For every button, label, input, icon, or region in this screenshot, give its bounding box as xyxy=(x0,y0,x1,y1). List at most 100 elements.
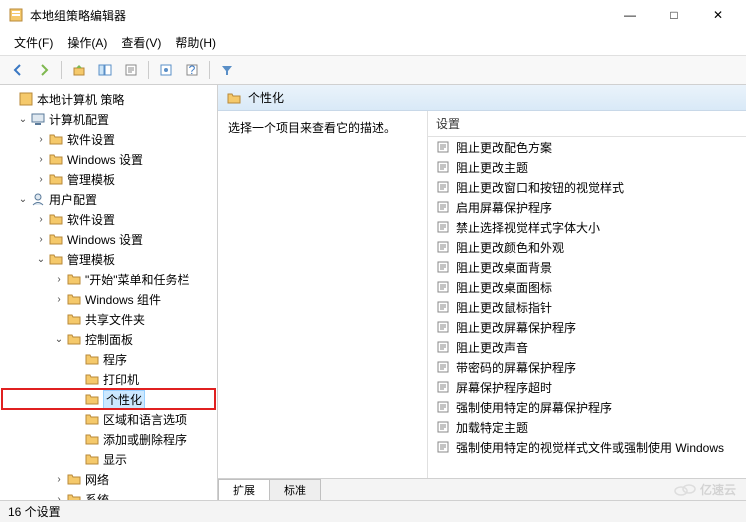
setting-icon xyxy=(436,420,450,434)
toolbar-separator xyxy=(61,61,62,79)
tree-region-lang[interactable]: 区域和语言选项 xyxy=(2,409,215,429)
content-heading: 个性化 xyxy=(248,89,284,106)
setting-icon xyxy=(436,440,450,454)
tree-u-windows[interactable]: ›Windows 设置 xyxy=(2,229,215,249)
tree-personalization[interactable]: 个性化 xyxy=(2,389,215,409)
twisty-icon[interactable]: ⌄ xyxy=(16,114,30,125)
tree-u-admin[interactable]: ⌄管理模板 xyxy=(2,249,215,269)
back-button[interactable] xyxy=(6,59,30,81)
description-text: 选择一个项目来查看它的描述。 xyxy=(228,119,417,136)
forward-button[interactable] xyxy=(32,59,56,81)
twisty-icon[interactable]: ⌄ xyxy=(16,194,30,205)
nav-tree[interactable]: 本地计算机 策略 ⌄ 计算机配置 › 软件设置 ›Windows 设置 ›管理模板… xyxy=(0,85,218,500)
menu-action[interactable]: 操作(A) xyxy=(61,32,113,53)
refresh-button[interactable] xyxy=(154,59,178,81)
setting-item[interactable]: 阻止更改主题 xyxy=(428,157,746,177)
tree-control-panel[interactable]: ⌄控制面板 xyxy=(2,329,215,349)
setting-item[interactable]: 阻止更改声音 xyxy=(428,337,746,357)
tree-c-windows[interactable]: ›Windows 设置 xyxy=(2,149,215,169)
twisty-icon[interactable]: › xyxy=(52,274,66,285)
setting-item[interactable]: 带密码的屏幕保护程序 xyxy=(428,357,746,377)
setting-icon xyxy=(436,220,450,234)
setting-label: 强制使用特定的屏幕保护程序 xyxy=(456,399,612,416)
setting-item[interactable]: 阻止更改桌面背景 xyxy=(428,257,746,277)
tree-programs[interactable]: 程序 xyxy=(2,349,215,369)
twisty-icon[interactable]: ⌄ xyxy=(34,254,48,265)
twisty-icon[interactable]: › xyxy=(34,134,48,145)
setting-label: 阻止更改屏幕保护程序 xyxy=(456,319,576,336)
tree-start-taskbar[interactable]: ›"开始"菜单和任务栏 xyxy=(2,269,215,289)
folder-icon xyxy=(84,451,100,467)
tree-c-software[interactable]: › 软件设置 xyxy=(2,129,215,149)
setting-item[interactable]: 启用屏幕保护程序 xyxy=(428,197,746,217)
twisty-icon[interactable]: ⌄ xyxy=(52,334,66,345)
watermark-text: 亿速云 xyxy=(700,481,736,498)
folder-icon xyxy=(84,371,100,387)
tree-shared-folders[interactable]: 共享文件夹 xyxy=(2,309,215,329)
filter-button[interactable] xyxy=(215,59,239,81)
menu-view[interactable]: 查看(V) xyxy=(115,32,167,53)
window-title: 本地组策略编辑器 xyxy=(30,7,610,24)
menu-help[interactable]: 帮助(H) xyxy=(169,32,222,53)
tree-add-remove[interactable]: 添加或删除程序 xyxy=(2,429,215,449)
tree-label: 显示 xyxy=(103,451,127,468)
setting-item[interactable]: 强制使用特定的屏幕保护程序 xyxy=(428,397,746,417)
tree-u-software[interactable]: ›软件设置 xyxy=(2,209,215,229)
folder-icon xyxy=(48,151,64,167)
tree-label: 区域和语言选项 xyxy=(103,411,187,428)
setting-item[interactable]: 禁止选择视觉样式字体大小 xyxy=(428,217,746,237)
tree-label: 系统 xyxy=(85,491,109,501)
close-button[interactable]: ✕ xyxy=(698,3,738,27)
twisty-icon[interactable]: › xyxy=(34,154,48,165)
setting-icon xyxy=(436,300,450,314)
tree-printers[interactable]: 打印机 xyxy=(2,369,215,389)
setting-label: 阻止更改声音 xyxy=(456,339,528,356)
setting-item[interactable]: 阻止更改鼠标指针 xyxy=(428,297,746,317)
setting-item[interactable]: 阻止更改颜色和外观 xyxy=(428,237,746,257)
up-button[interactable] xyxy=(67,59,91,81)
setting-label: 阻止更改桌面背景 xyxy=(456,259,552,276)
setting-label: 强制使用特定的视觉样式文件或强制使用 Windows xyxy=(456,439,724,456)
folder-icon xyxy=(48,251,64,267)
twisty-icon[interactable]: › xyxy=(52,474,66,485)
setting-item[interactable]: 阻止更改配色方案 xyxy=(428,137,746,157)
content-body: 选择一个项目来查看它的描述。 设置 阻止更改配色方案阻止更改主题阻止更改窗口和按… xyxy=(218,111,746,478)
setting-icon xyxy=(436,200,450,214)
setting-label: 阻止更改鼠标指针 xyxy=(456,299,552,316)
menu-file[interactable]: 文件(F) xyxy=(8,32,59,53)
minimize-button[interactable]: — xyxy=(610,3,650,27)
properties-button[interactable] xyxy=(119,59,143,81)
setting-item[interactable]: 阻止更改桌面图标 xyxy=(428,277,746,297)
tree-label: 用户配置 xyxy=(49,191,97,208)
tab-extended[interactable]: 扩展 xyxy=(218,479,270,500)
setting-item[interactable]: 阻止更改屏幕保护程序 xyxy=(428,317,746,337)
help-button[interactable]: ? xyxy=(180,59,204,81)
twisty-icon[interactable]: › xyxy=(52,294,66,305)
setting-label: 屏幕保护程序超时 xyxy=(456,379,552,396)
tree-user-config[interactable]: ⌄ 用户配置 xyxy=(2,189,215,209)
setting-item[interactable]: 屏幕保护程序超时 xyxy=(428,377,746,397)
settings-column-header[interactable]: 设置 xyxy=(428,111,746,137)
folder-icon xyxy=(84,351,100,367)
tree-network[interactable]: ›网络 xyxy=(2,469,215,489)
setting-item[interactable]: 加载特定主题 xyxy=(428,417,746,437)
tree-label: 软件设置 xyxy=(67,131,115,148)
settings-list[interactable]: 设置 阻止更改配色方案阻止更改主题阻止更改窗口和按钮的视觉样式启用屏幕保护程序禁… xyxy=(428,111,746,478)
tab-standard[interactable]: 标准 xyxy=(269,479,321,500)
folder-icon xyxy=(84,411,100,427)
tree-win-components[interactable]: ›Windows 组件 xyxy=(2,289,215,309)
tree-display[interactable]: 显示 xyxy=(2,449,215,469)
tree-root[interactable]: 本地计算机 策略 xyxy=(2,89,215,109)
show-hide-tree-button[interactable] xyxy=(93,59,117,81)
setting-item[interactable]: 阻止更改窗口和按钮的视觉样式 xyxy=(428,177,746,197)
setting-item[interactable]: 强制使用特定的视觉样式文件或强制使用 Windows xyxy=(428,437,746,457)
tree-c-admin[interactable]: ›管理模板 xyxy=(2,169,215,189)
tree-system[interactable]: ›系统 xyxy=(2,489,215,500)
computer-icon xyxy=(30,111,46,127)
window-controls: — □ ✕ xyxy=(610,3,738,27)
maximize-button[interactable]: □ xyxy=(654,3,694,27)
twisty-icon[interactable]: › xyxy=(34,214,48,225)
twisty-icon[interactable]: › xyxy=(34,174,48,185)
twisty-icon[interactable]: › xyxy=(34,234,48,245)
tree-computer-config[interactable]: ⌄ 计算机配置 xyxy=(2,109,215,129)
